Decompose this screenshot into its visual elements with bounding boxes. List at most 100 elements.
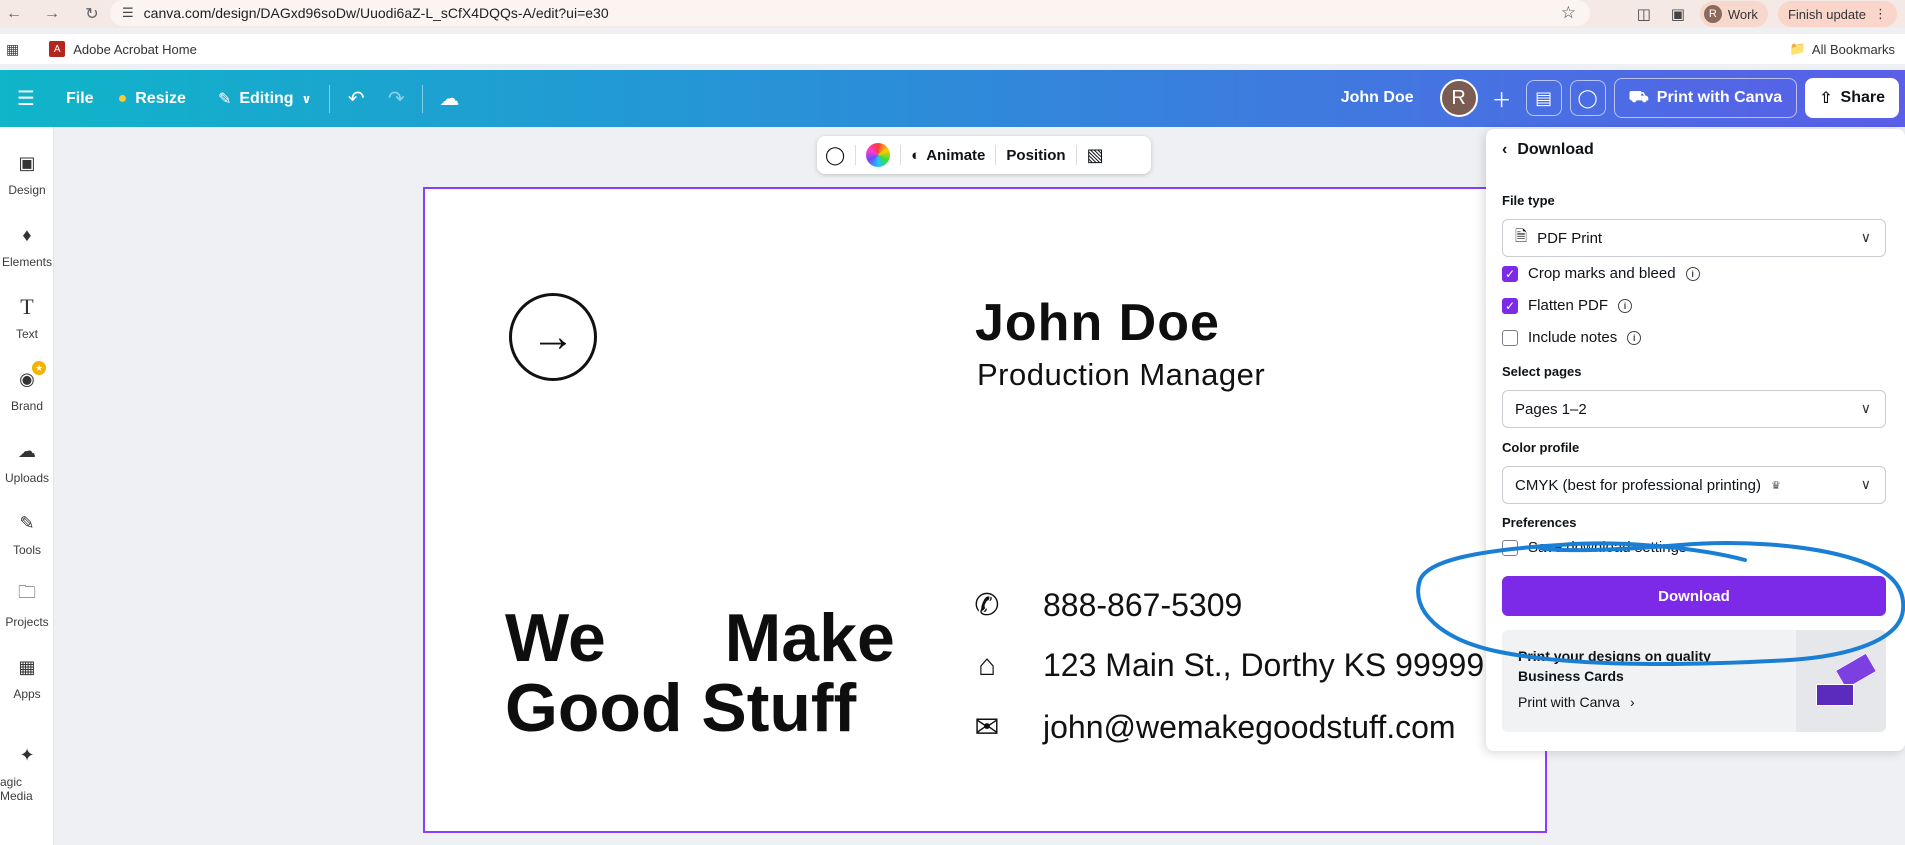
sidebar-item-label: Projects <box>5 615 49 629</box>
reload-icon[interactable]: ↻ <box>78 2 106 26</box>
upload-icon: ⇧ <box>1819 90 1833 107</box>
menu-dots-icon[interactable]: ⋮ <box>1874 6 1887 22</box>
download-button[interactable]: Download <box>1502 576 1886 616</box>
bookmark-adobe[interactable]: A Adobe Acrobat Home <box>49 41 197 57</box>
crop-marks-option[interactable]: ✓ Crop marks and bleed i <box>1502 265 1700 282</box>
sidebar-item-design[interactable]: ▣ Design <box>0 149 54 198</box>
card-name[interactable]: John Doe <box>975 293 1220 353</box>
info-icon[interactable]: i <box>1618 298 1633 313</box>
sidebar-item-label: Uploads <box>4 471 50 485</box>
chevron-left-icon[interactable]: ‹ <box>1502 141 1507 159</box>
include-notes-option[interactable]: Include notes i <box>1502 329 1642 346</box>
email-text: john@wemakegoodstuff.com <box>1043 709 1456 745</box>
select-pages-select[interactable]: Pages 1–2 ∨ <box>1502 390 1886 428</box>
back-icon[interactable]: ← <box>0 2 28 26</box>
position-button[interactable]: Position <box>1006 147 1065 164</box>
extensions-icon[interactable]: ◫ <box>1632 2 1656 26</box>
color-picker-icon[interactable] <box>866 143 891 167</box>
text-icon: T <box>20 294 34 319</box>
tagline-line-1: We Make <box>505 600 895 676</box>
animate-button[interactable]: ◐ Animate <box>911 147 985 164</box>
sidebar-item-label: Text <box>15 327 38 341</box>
acrobat-icon: A <box>49 41 66 57</box>
address-bar[interactable]: ☰ canva.com/design/DAGxd96soDw/Uuodi6aZ-… <box>110 0 1590 26</box>
add-comment-icon[interactable]: ◯ <box>825 145 845 166</box>
color-profile-select[interactable]: CMYK (best for professional printing) ♛ … <box>1502 466 1886 504</box>
folder-icon: 📁 <box>1789 41 1806 56</box>
include-notes-checkbox[interactable] <box>1502 329 1518 346</box>
contact-address[interactable]: ⌂ 123 Main St., Dorthy KS 99999 <box>969 647 1484 684</box>
finish-update-button[interactable]: Finish update ⋮ <box>1777 1 1897 27</box>
share-button[interactable]: ⇧ Share <box>1805 78 1899 118</box>
resize-button[interactable]: ● Resize <box>106 79 198 119</box>
sidebar-item-brand[interactable]: ◉ ★ Brand <box>0 361 54 413</box>
color-profile-label: Color profile <box>1502 440 1580 455</box>
site-info-icon[interactable]: ☰ <box>122 5 134 21</box>
sidebar-item-apps[interactable]: ▦ Apps <box>0 653 54 702</box>
print-with-canva-button[interactable]: ⛟ Print with Canva <box>1613 78 1798 118</box>
phone-text: 888-867-5309 <box>1043 587 1243 623</box>
comment-icon[interactable]: ◯ <box>1569 80 1606 116</box>
paint-roller-icon[interactable]: ▧ <box>1087 145 1104 166</box>
promo-title: Print your designs on quality Business C… <box>1518 648 1711 684</box>
analytics-icon[interactable]: ▤ <box>1525 80 1562 116</box>
undo-icon[interactable]: ↶ <box>336 79 376 119</box>
sidebar-item-label: Elements <box>1 255 53 269</box>
sidebar-item-magic-media[interactable]: ✦ agic Media <box>0 741 54 804</box>
card-role[interactable]: Production Manager <box>977 357 1265 393</box>
flatten-pdf-option[interactable]: ✓ Flatten PDF i <box>1502 297 1633 314</box>
divider <box>1075 145 1077 165</box>
file-type-select[interactable]: 🗎 PDF Print ∨ <box>1502 219 1886 257</box>
apps-grid-icon[interactable]: ▦ <box>6 41 19 58</box>
truck-icon: ⛟ <box>1628 89 1649 106</box>
promo-link[interactable]: Print with Canva › <box>1518 694 1635 710</box>
sidebar-item-label: Brand <box>10 399 44 413</box>
main-menu-icon[interactable]: ☰ <box>6 79 46 119</box>
print-label: Print with Canva <box>1656 89 1783 106</box>
update-label: Finish update <box>1787 6 1866 22</box>
file-menu[interactable]: File <box>54 79 106 119</box>
save-settings-checkbox[interactable] <box>1502 539 1518 556</box>
search-tabs-icon[interactable]: ▣ <box>1666 2 1690 26</box>
crown-icon: ★ <box>32 361 46 375</box>
crop-marks-checkbox[interactable]: ✓ <box>1502 265 1518 282</box>
info-icon[interactable]: i <box>1627 330 1642 345</box>
divider <box>329 84 331 113</box>
flatten-pdf-checkbox[interactable]: ✓ <box>1502 297 1518 314</box>
add-people-icon[interactable]: ＋ <box>1486 78 1518 118</box>
chevron-down-icon: ∨ <box>1860 229 1871 245</box>
phone-icon: ✆ <box>974 589 1000 622</box>
sidebar-item-elements[interactable]: ♦ Elements <box>0 221 54 270</box>
sidebar-item-label: agic Media <box>0 775 33 803</box>
info-icon[interactable]: i <box>1685 266 1700 281</box>
sidebar-item-projects[interactable]: 🗀 Projects <box>0 581 54 629</box>
print-promo-card[interactable]: Print your designs on quality Business C… <box>1502 630 1886 732</box>
business-card-image <box>1796 630 1886 732</box>
file-type-value: PDF Print <box>1537 229 1603 247</box>
bookmark-star-icon[interactable]: ☆ <box>1561 3 1576 23</box>
mail-icon: ✉ <box>974 711 1000 744</box>
select-pages-value: Pages 1–2 <box>1515 400 1587 418</box>
redo-icon[interactable]: ↷ <box>376 79 416 119</box>
arrow-right-icon[interactable]: → <box>509 293 597 381</box>
sidebar-item-uploads[interactable]: ☁ Uploads <box>0 437 54 486</box>
sidebar-item-text[interactable]: T Text <box>0 293 54 341</box>
avatar[interactable]: R <box>1439 79 1478 117</box>
cloud-save-icon[interactable]: ☁ <box>429 79 469 119</box>
all-bookmarks[interactable]: 📁 All Bookmarks <box>1790 41 1895 57</box>
sidebar-item-tools[interactable]: ✎ Tools <box>0 509 54 558</box>
save-settings-option[interactable]: Save download settings <box>1502 539 1686 556</box>
design-icon: ▣ <box>18 152 36 173</box>
contact-phone[interactable]: ✆ 888-867-5309 <box>969 587 1242 624</box>
card-tagline[interactable]: We Make Good Stuff <box>505 603 925 743</box>
profile-button[interactable]: R Work <box>1699 1 1768 27</box>
forward-icon[interactable]: → <box>38 2 66 26</box>
file-type-label: File type <box>1502 193 1555 208</box>
design-canvas[interactable]: → John Doe Production Manager We Make Go… <box>423 187 1547 833</box>
pencil-icon: ✎ <box>217 90 232 108</box>
contact-email[interactable]: ✉ john@wemakegoodstuff.com <box>969 709 1456 746</box>
editing-mode-button[interactable]: ✎ Editing ∨ <box>206 79 323 119</box>
left-sidebar: ▣ Design ♦ Elements T Text ◉ ★ Brand ☁ U… <box>0 127 54 845</box>
download-panel-header[interactable]: ‹ Download <box>1502 141 1594 159</box>
sidebar-item-label: Design <box>8 183 46 197</box>
